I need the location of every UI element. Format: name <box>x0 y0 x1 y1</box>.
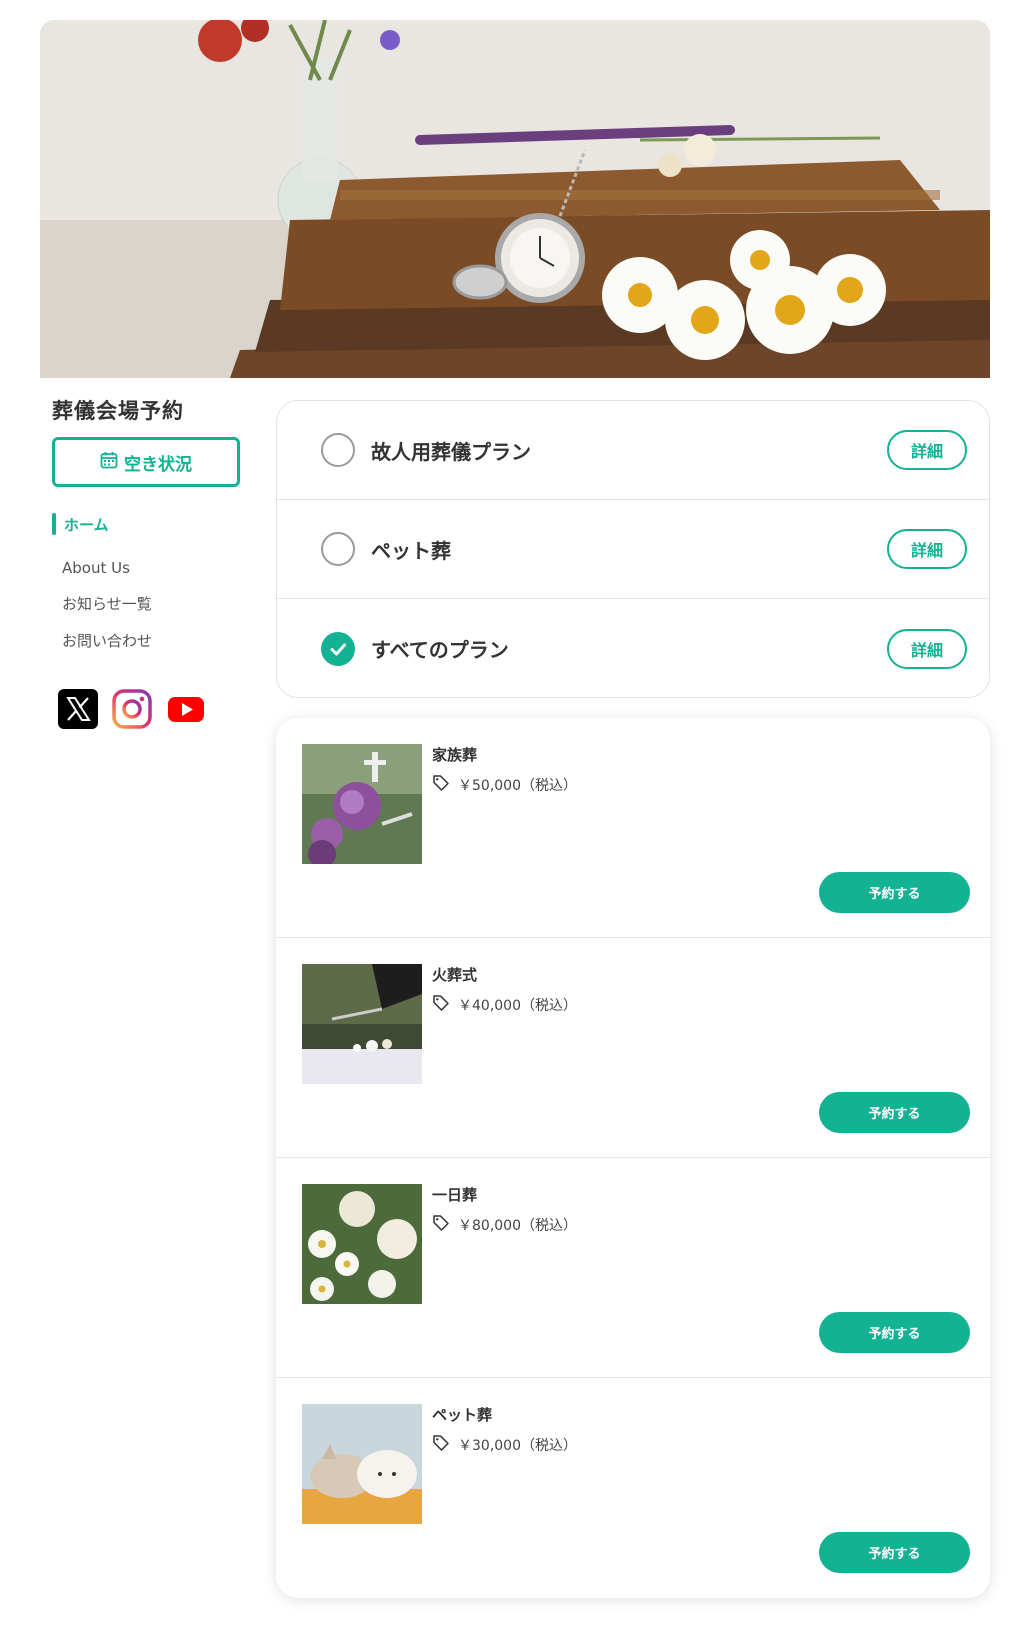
plan-filter: 故人用葬儀プラン 詳細 ペット葬 詳細 すべてのプラン 詳細 <box>276 400 990 698</box>
nav-about-us[interactable]: About Us <box>62 559 252 577</box>
list-item: 一日葬 ￥80,000（税込） 予約する <box>276 1158 990 1378</box>
plan-option[interactable]: ペット葬 詳細 <box>277 500 989 599</box>
plan-option[interactable]: 故人用葬儀プラン 詳細 <box>277 401 989 500</box>
reserve-button[interactable]: 予約する <box>819 1092 970 1133</box>
list-item: 火葬式 ￥40,000（税込） 予約する <box>276 938 990 1158</box>
sidebar: 葬儀会場予約 空き状況 ホーム About Us お知らせ一覧 お問い合わせ <box>52 395 252 729</box>
plan-label: ペット葬 <box>371 538 451 563</box>
product-image-family-funeral <box>302 744 422 864</box>
plan-label: すべてのプラン <box>371 638 509 662</box>
plan-label: 故人用葬儀プラン <box>371 439 531 464</box>
detail-button[interactable]: 詳細 <box>887 529 967 569</box>
site-title: 葬儀会場予約 <box>52 399 184 423</box>
active-indicator <box>52 513 56 535</box>
product-name: ペット葬 <box>432 1406 493 1424</box>
nav-home[interactable]: ホーム <box>52 513 252 535</box>
plan-option[interactable]: すべてのプラン 詳細 <box>277 599 989 697</box>
main-nav: ホーム About Us お知らせ一覧 お問い合わせ <box>52 513 252 651</box>
product-list: 家族葬 ￥50,000（税込） 予約する 火葬式 ￥40,000（税込） 予約す… <box>276 718 990 1598</box>
list-item: 家族葬 ￥50,000（税込） 予約する <box>276 718 990 938</box>
availability-button[interactable]: 空き状況 <box>52 437 240 487</box>
product-price: ￥30,000（税込） <box>432 1434 577 1456</box>
product-name: 火葬式 <box>432 966 478 984</box>
price-tag-icon <box>432 774 450 796</box>
calendar-icon <box>100 451 118 474</box>
radio-unchecked-icon[interactable] <box>321 532 355 566</box>
radio-unchecked-icon[interactable] <box>321 433 355 467</box>
youtube-icon[interactable] <box>166 689 206 729</box>
instagram-icon[interactable] <box>112 689 152 729</box>
hero-image <box>40 20 990 378</box>
product-name: 一日葬 <box>432 1186 478 1204</box>
nav-news[interactable]: お知らせ一覧 <box>62 593 252 614</box>
product-name: 家族葬 <box>432 746 478 764</box>
reserve-button[interactable]: 予約する <box>819 872 970 913</box>
detail-button[interactable]: 詳細 <box>887 628 967 669</box>
availability-label: 空き状況 <box>124 454 192 475</box>
reserve-button[interactable]: 予約する <box>819 1312 970 1353</box>
product-image-pet-funeral <box>302 1404 422 1524</box>
nav-contact[interactable]: お問い合わせ <box>62 630 252 651</box>
detail-button[interactable]: 詳細 <box>887 430 967 470</box>
nav-home-label: ホーム <box>64 515 109 534</box>
price-tag-icon <box>432 1434 450 1456</box>
price-text: ￥30,000（税込） <box>458 1438 577 1454</box>
product-image-one-day-funeral <box>302 1184 422 1304</box>
product-price: ￥50,000（税込） <box>432 774 577 796</box>
product-image-cremation <box>302 964 422 1084</box>
price-tag-icon <box>432 994 450 1016</box>
price-text: ￥80,000（税込） <box>458 1218 577 1234</box>
list-item: ペット葬 ￥30,000（税込） 予約する <box>276 1378 990 1598</box>
price-text: ￥50,000（税込） <box>458 778 577 794</box>
social-links <box>52 689 252 729</box>
price-text: ￥40,000（税込） <box>458 998 577 1014</box>
reserve-button[interactable]: 予約する <box>819 1532 970 1573</box>
x-icon[interactable] <box>58 689 98 729</box>
price-tag-icon <box>432 1214 450 1236</box>
radio-checked-icon[interactable] <box>321 631 355 666</box>
product-price: ￥40,000（税込） <box>432 994 577 1016</box>
product-price: ￥80,000（税込） <box>432 1214 577 1236</box>
